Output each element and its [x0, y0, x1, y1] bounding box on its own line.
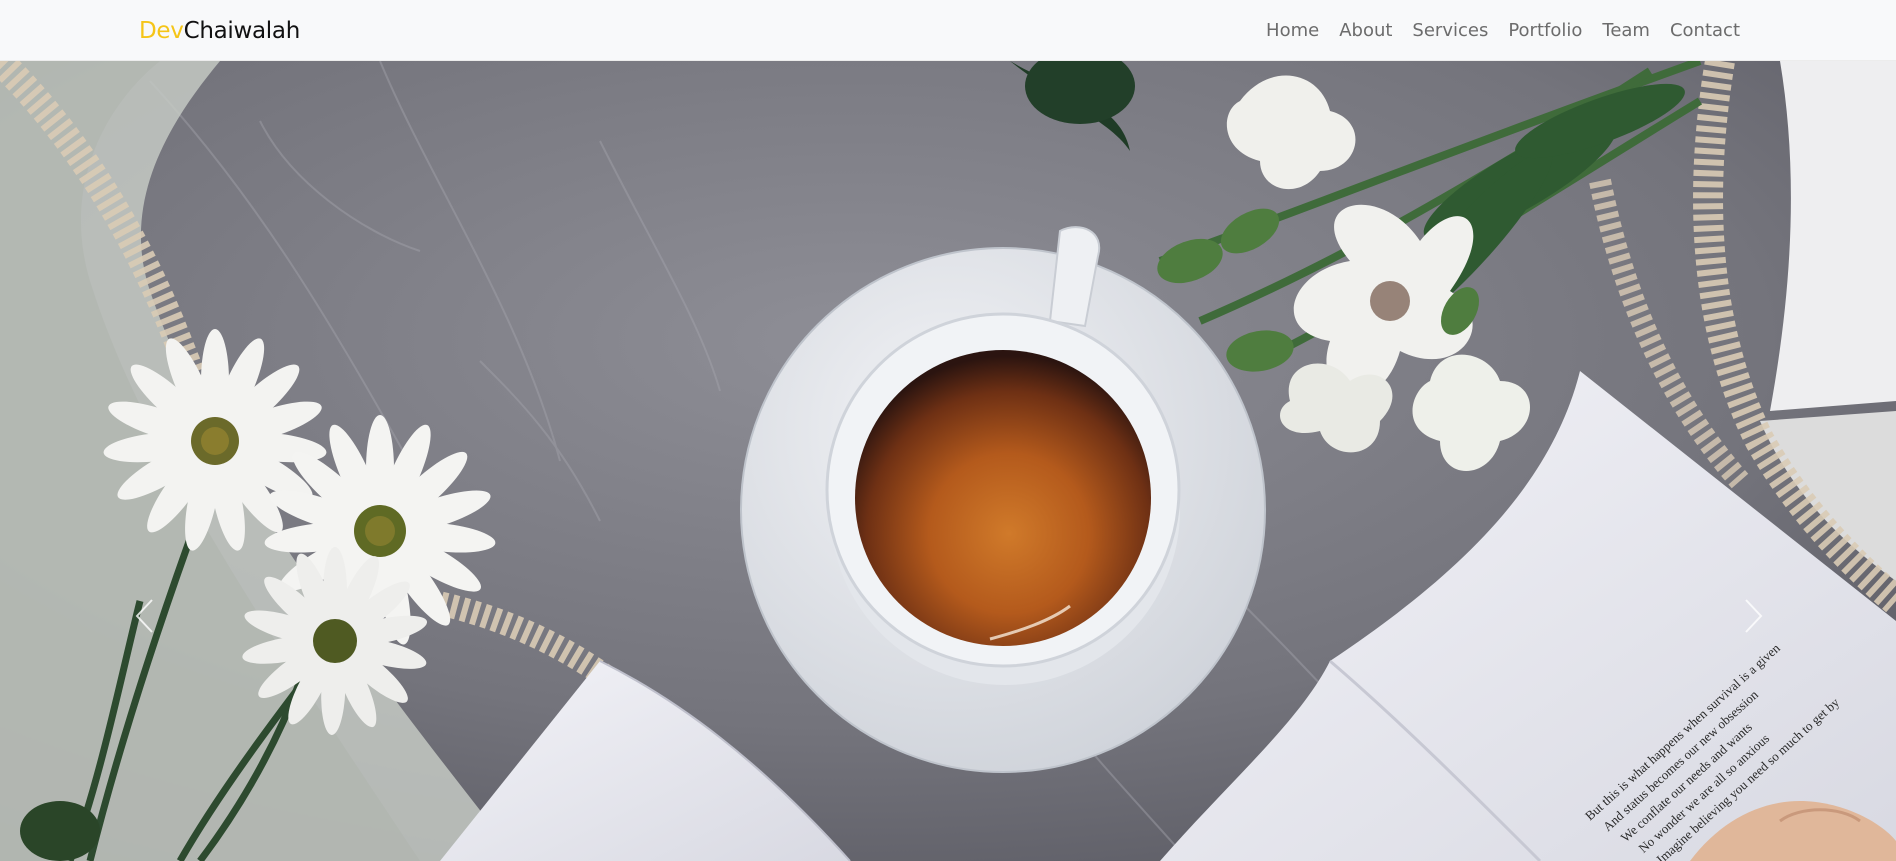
nav-item-home: Home	[1256, 0, 1329, 61]
nav-item-about: About	[1329, 0, 1402, 61]
nav-item-contact: Contact	[1660, 0, 1750, 61]
chevron-left-icon	[135, 599, 153, 633]
hero-image: But this is what happens when survival i…	[0, 61, 1896, 861]
nav-item-portfolio: Portfolio	[1498, 0, 1592, 61]
brand-suffix: Chaiwalah	[183, 17, 301, 44]
carousel-prev-button[interactable]	[126, 591, 162, 641]
hero-carousel: But this is what happens when survival i…	[0, 61, 1896, 861]
nav-link-services[interactable]: Services	[1402, 0, 1498, 61]
nav-link-team[interactable]: Team	[1592, 0, 1660, 61]
chevron-right-icon	[1745, 599, 1763, 633]
nav-item-services: Services	[1402, 0, 1498, 61]
nav-link-home[interactable]: Home	[1256, 0, 1329, 61]
brand-prefix: Dev	[139, 17, 184, 44]
nav-link-portfolio[interactable]: Portfolio	[1498, 0, 1592, 61]
nav-links: Home About Services Portfolio Team Conta…	[1256, 0, 1750, 61]
nav-item-team: Team	[1592, 0, 1660, 61]
carousel-next-button[interactable]	[1736, 591, 1772, 641]
nav-link-contact[interactable]: Contact	[1660, 0, 1750, 61]
brand-logo[interactable]: Dev Chaiwalah	[139, 0, 300, 61]
navbar: Dev Chaiwalah Home About Services Portfol…	[0, 0, 1896, 61]
nav-link-about[interactable]: About	[1329, 0, 1402, 61]
